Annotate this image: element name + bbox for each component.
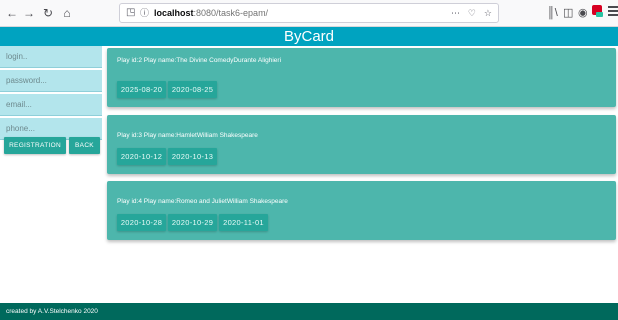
url-host: localhost: [154, 8, 194, 18]
date-button[interactable]: 2020-10-12: [117, 148, 166, 165]
pocket-icon[interactable]: ♡: [468, 4, 476, 22]
email-input[interactable]: [0, 94, 102, 116]
play-title: Play id:3 Play name:HamletWilliam Shakes…: [117, 132, 258, 139]
login-input[interactable]: [0, 46, 102, 68]
date-button[interactable]: 2020-11-01: [219, 214, 268, 231]
footer-credit: created by A.V.Stelchenko 2020: [6, 308, 98, 315]
password-input[interactable]: [0, 70, 102, 92]
account-icon[interactable]: ◉: [578, 6, 588, 20]
hamburger-menu-icon[interactable]: [608, 6, 618, 18]
info-icon[interactable]: ⓘ: [140, 4, 149, 22]
page-title: ByCard: [283, 28, 335, 45]
home-icon[interactable]: ⌂: [60, 6, 74, 20]
play-card: Play id:2 Play name:The Divine ComedyDur…: [107, 48, 616, 107]
url-text[interactable]: localhost:8080/task6-epam/: [154, 4, 268, 22]
date-button[interactable]: 2020-08-25: [168, 81, 217, 98]
shield-icon[interactable]: ◳: [126, 4, 135, 22]
back-button[interactable]: BACK: [69, 137, 100, 154]
bookmark-star-icon[interactable]: ☆: [484, 4, 492, 22]
play-card: Play id:3 Play name:HamletWilliam Shakes…: [107, 115, 616, 174]
date-button[interactable]: 2020-10-13: [168, 148, 217, 165]
forward-arrow-icon[interactable]: →: [22, 6, 36, 20]
back-arrow-icon[interactable]: ←: [5, 6, 19, 20]
play-title: Play id:2 Play name:The Divine ComedyDur…: [117, 57, 282, 64]
reload-icon[interactable]: ↻: [41, 6, 55, 20]
library-icon[interactable]: ║\: [547, 6, 558, 20]
play-card: Play id:4 Play name:Romeo and JulietWill…: [107, 181, 616, 240]
play-title: Play id:4 Play name:Romeo and JulietWill…: [117, 198, 288, 205]
registration-form: REGISTRATION BACK: [0, 46, 102, 158]
url-path: :8080/task6-epam/: [193, 8, 269, 18]
date-button[interactable]: 2025-08-20: [117, 81, 166, 98]
page-actions-icon[interactable]: ⋯: [451, 4, 460, 22]
extension-badge-icon: [596, 12, 603, 17]
date-button[interactable]: 2020-10-29: [168, 214, 217, 231]
site-header: ByCard: [0, 27, 618, 46]
date-button[interactable]: 2020-10-28: [117, 214, 166, 231]
sidebar-icon[interactable]: ◫: [563, 6, 573, 20]
registration-button[interactable]: REGISTRATION: [4, 137, 66, 154]
browser-toolbar: ← → ↻ ⌂ ◳ ⓘ localhost:8080/task6-epam/ ⋯…: [0, 0, 618, 27]
footer: created by A.V.Stelchenko 2020: [0, 303, 618, 320]
address-bar[interactable]: ◳ ⓘ localhost:8080/task6-epam/ ⋯ ♡ ☆: [119, 3, 499, 23]
